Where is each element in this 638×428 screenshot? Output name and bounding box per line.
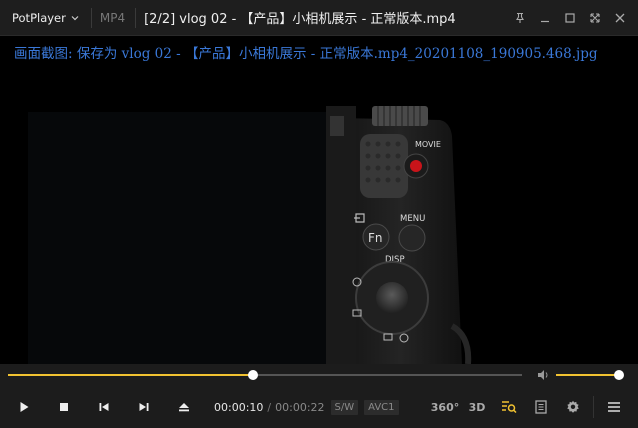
hamburger-menu-icon	[608, 402, 620, 412]
window-title: [2/2] vlog 02 - 【产品】小相机展示 - 正常版本.mp4	[144, 12, 456, 27]
volume-icon[interactable]	[536, 368, 550, 382]
open-file-button[interactable]	[164, 386, 204, 428]
control-bar: 00:00:10/00:00:22 S/W AVC1 360° 3D	[0, 386, 638, 428]
minimize-button[interactable]	[532, 6, 557, 30]
time-display: 00:00:10/00:00:22	[214, 401, 325, 414]
chapter-button[interactable]	[525, 386, 557, 428]
main-menu-button[interactable]	[598, 386, 630, 428]
stop-button[interactable]	[44, 386, 84, 428]
app-name: PotPlayer	[12, 10, 66, 25]
close-icon	[615, 13, 624, 22]
video-area[interactable]: MOVIE Fn MENU DISP 画面截图: 保存为 vlog 02 - 【…	[0, 36, 638, 364]
volume-slider[interactable]	[556, 370, 624, 380]
maximize-icon	[564, 12, 575, 23]
decoder-sw-badge[interactable]: S/W	[330, 399, 359, 415]
document-icon	[535, 400, 547, 414]
title-separator	[135, 7, 137, 28]
seek-bar[interactable]	[8, 370, 522, 380]
seek-progress	[8, 374, 253, 376]
seek-thumb[interactable]	[247, 370, 258, 380]
vr-360-button[interactable]: 360°	[429, 386, 461, 428]
next-button[interactable]	[124, 386, 164, 428]
gear-icon	[567, 400, 579, 413]
play-icon	[20, 402, 29, 412]
title-bar: PotPlayer MP4 [2/2] vlog 02 - 【产品】小相机展示 …	[0, 0, 638, 36]
minimize-icon	[540, 20, 549, 22]
control-separator	[593, 396, 594, 418]
stereo-3d-icon: 3D	[468, 400, 486, 414]
fullscreen-button[interactable]	[582, 6, 607, 30]
volume-thumb[interactable]	[613, 370, 624, 380]
previous-button[interactable]	[84, 386, 124, 428]
playlist-search-icon	[502, 401, 517, 414]
current-time: 00:00:10	[214, 400, 264, 414]
skip-next-icon	[139, 403, 149, 411]
pin-button[interactable]	[507, 6, 532, 30]
close-button[interactable]	[607, 6, 632, 30]
fullscreen-icon	[589, 12, 600, 23]
vr-360-icon: 360°	[430, 400, 460, 414]
osd-screenshot-message: 画面截图: 保存为 vlog 02 - 【产品】小相机展示 - 正常版本.mp4…	[14, 46, 598, 62]
camera-menu-label: MENU	[400, 214, 425, 224]
seek-row	[0, 364, 638, 386]
camera-movie-label: MOVIE	[415, 140, 441, 149]
stereo-3d-button[interactable]: 3D	[461, 386, 493, 428]
maximize-button[interactable]	[557, 6, 582, 30]
volume-level	[556, 374, 619, 376]
eject-icon	[179, 403, 189, 412]
app-menu-button[interactable]: PotPlayer	[0, 0, 87, 36]
duration: 00:00:22	[275, 400, 325, 414]
play-button[interactable]	[4, 386, 44, 428]
stop-icon	[60, 403, 68, 411]
window-controls	[507, 0, 638, 36]
time-separator: /	[267, 400, 272, 414]
playlist-search-button[interactable]	[493, 386, 525, 428]
title-separator	[90, 7, 92, 28]
codec-badge[interactable]: AVC1	[364, 399, 399, 415]
settings-button[interactable]	[557, 386, 589, 428]
camera-fn-label: Fn	[368, 231, 383, 245]
pin-icon	[515, 12, 524, 23]
format-label: MP4	[99, 10, 126, 25]
skip-previous-icon	[99, 403, 109, 411]
chevron-down-icon	[71, 15, 79, 20]
video-frame: MOVIE Fn MENU DISP	[28, 106, 472, 364]
